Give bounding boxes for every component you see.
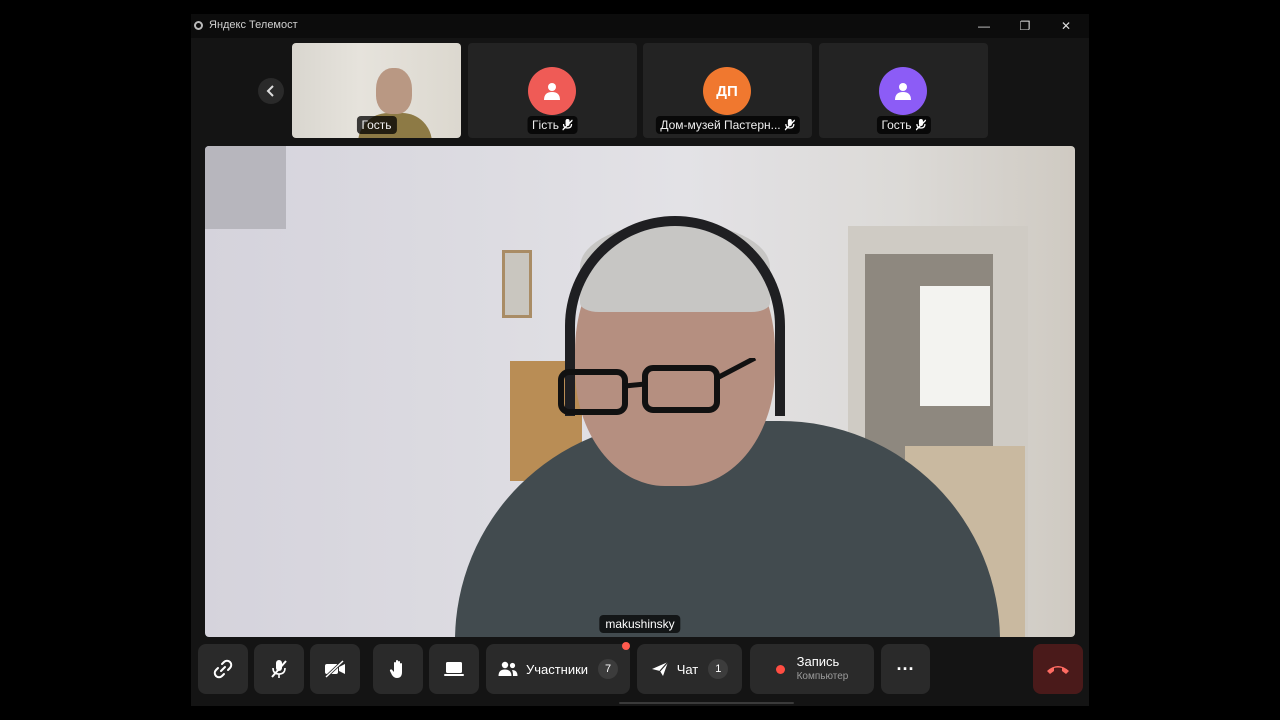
strip-prev-button[interactable] <box>258 78 284 104</box>
microphone-toggle-button[interactable] <box>254 644 304 694</box>
camera-off-icon <box>324 660 345 678</box>
camera-toggle-button[interactable] <box>310 644 360 694</box>
participant-name-tag: Гость <box>876 116 931 134</box>
chevron-left-icon <box>266 85 274 97</box>
close-button[interactable]: ✕ <box>1053 17 1079 35</box>
raise-hand-button[interactable] <box>373 644 423 694</box>
users-icon <box>498 661 518 676</box>
participant-photo-head <box>376 68 412 114</box>
chat-label: Чат <box>676 661 699 677</box>
mic-muted-icon <box>562 119 573 131</box>
phone-hangup-icon <box>1047 666 1069 674</box>
participant-name: Гость <box>881 118 912 132</box>
mic-muted-icon <box>915 119 926 131</box>
screen-share-button[interactable] <box>429 644 479 694</box>
participant-name: Дом-музей Пастерн... <box>660 118 781 132</box>
mic-muted-icon <box>784 119 795 131</box>
record-dot-icon <box>775 664 785 674</box>
participant-name-tag: Гость <box>356 116 397 134</box>
background-window <box>920 286 990 406</box>
participant-tile-4[interactable]: Гость <box>819 43 988 138</box>
participants-notification-dot <box>622 642 630 650</box>
record-button[interactable]: Запись Компьютер <box>750 644 874 694</box>
participant-name: Гість <box>532 118 559 132</box>
more-dots-icon: ··· <box>896 658 915 679</box>
wall-picture <box>502 250 532 318</box>
user-icon <box>895 83 911 100</box>
participant-name: Гость <box>361 118 392 132</box>
participant-avatar: ДП <box>703 67 751 115</box>
record-label: Запись <box>796 654 840 669</box>
speaker-name-tag: makushinsky <box>599 615 681 633</box>
participant-tile-1[interactable]: Гость <box>292 43 461 138</box>
mic-muted-icon <box>271 660 287 678</box>
participants-label: Участники <box>525 661 589 677</box>
participants-button[interactable]: Участники 7 <box>486 644 630 694</box>
copy-link-button[interactable] <box>198 644 248 694</box>
wall-map <box>205 146 286 229</box>
app-logo-icon <box>194 21 203 30</box>
participant-name-tag: Дом-музей Пастерн... <box>655 116 800 134</box>
control-bar: Участники 7 Чат 1 Запись Компьютер ··· <box>191 642 1089 696</box>
participant-avatar <box>528 67 576 115</box>
send-icon <box>651 661 669 676</box>
participant-tile-3[interactable]: ДП Дом-музей Пастерн... <box>643 43 812 138</box>
participant-avatar <box>879 67 927 115</box>
maximize-button[interactable]: ❐ <box>1012 17 1038 35</box>
chat-count-badge: 1 <box>708 659 729 679</box>
title-bar: Яндекс Телемост — ❐ ✕ <box>191 14 1089 38</box>
glasses <box>558 358 757 415</box>
horizontal-scroll-indicator[interactable] <box>619 702 794 704</box>
window-title: Яндекс Телемост <box>209 19 298 31</box>
more-button[interactable]: ··· <box>881 644 930 694</box>
participant-initials: ДП <box>716 82 738 100</box>
telemost-window: Яндекс Телемост — ❐ ✕ Гость Гість ДП Дом… <box>191 14 1089 706</box>
minimize-button[interactable]: — <box>971 17 997 35</box>
participant-name-tag: Гість <box>527 116 578 134</box>
participant-tile-2[interactable]: Гість <box>468 43 637 138</box>
record-target-label: Компьютер <box>796 671 849 682</box>
participants-count-badge: 7 <box>598 659 619 679</box>
link-icon <box>213 659 233 679</box>
main-speaker-video[interactable]: makushinsky <box>205 146 1075 637</box>
screen-share-icon <box>444 662 464 676</box>
user-icon <box>544 83 560 100</box>
hangup-button[interactable] <box>1033 644 1083 694</box>
chat-button[interactable]: Чат 1 <box>637 644 742 694</box>
hand-icon <box>389 660 402 678</box>
